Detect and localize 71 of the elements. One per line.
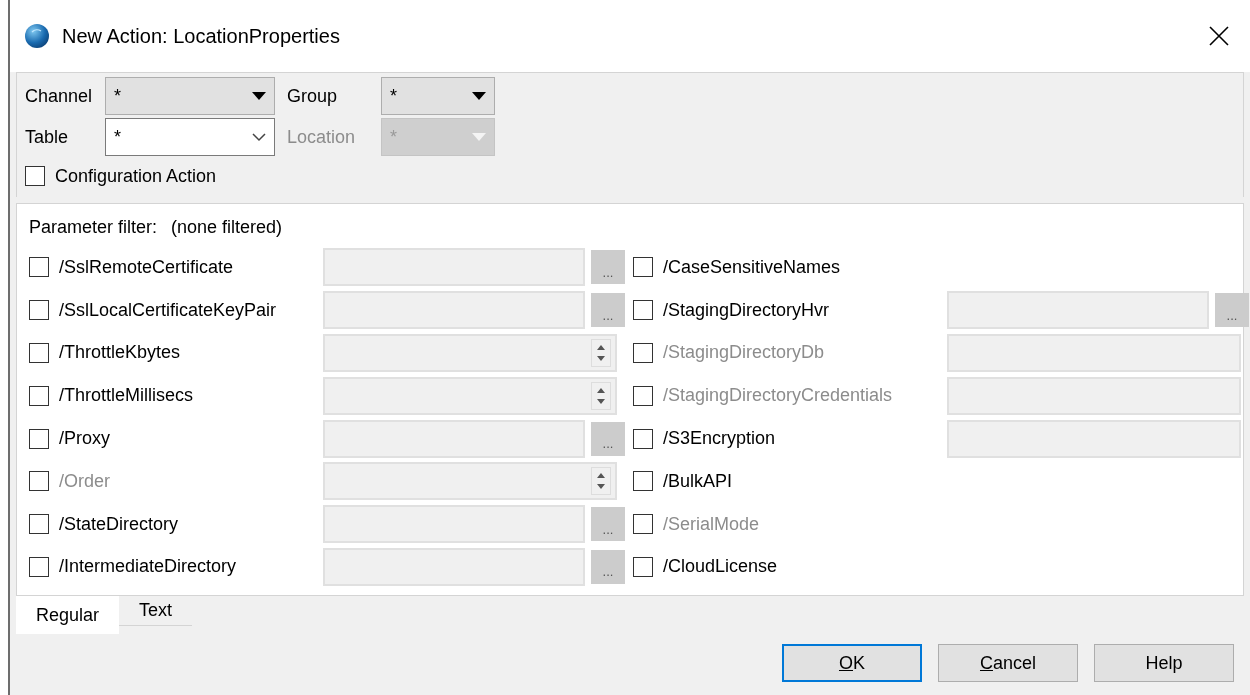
spinner-arrows-icon[interactable] [591,339,611,367]
dialog-button[interactable]: Help [1094,644,1234,682]
parameter-label: /StateDirectory [59,513,180,535]
parameter-label: /ThrottleKbytes [59,342,182,364]
window-title: New Action: LocationProperties [62,24,341,48]
parameter-label: /Order [59,470,111,492]
checkbox[interactable] [633,428,653,449]
field-label: Location [287,126,357,148]
chevron-icon [252,132,266,142]
input-field[interactable] [323,291,585,330]
checkbox[interactable] [29,556,49,577]
parameter-label: /StagingDirectoryDb [663,342,826,364]
field-label: Channel [25,85,94,107]
field-label: Table [25,126,70,148]
checkbox[interactable] [29,514,49,535]
checkbox[interactable] [29,300,49,321]
parameter-label: /Proxy [59,428,111,450]
parameter-label: /SerialMode [663,513,761,535]
dialog-button[interactable]: Cancel [938,644,1078,682]
spin-field[interactable] [323,376,617,415]
checkbox[interactable] [633,300,653,321]
browse-button[interactable]: ... [591,549,625,584]
checkbox[interactable] [633,556,653,577]
browse-button[interactable]: ... [591,421,625,456]
checkbox[interactable] [29,428,49,449]
checkbox[interactable] [633,471,653,492]
parameter-label: /S3Encryption [663,428,777,450]
close-icon[interactable] [1208,25,1230,47]
browse-button[interactable]: ... [1215,293,1249,328]
filter-label: Parameter filter: [29,216,158,238]
input-field[interactable] [323,419,585,458]
parameter-label: /CloudLicense [663,556,779,578]
parameter-label: /ThrottleMillisecs [59,385,195,407]
input-field[interactable] [323,248,585,287]
parameter-label: /CaseSensitiveNames [663,256,842,278]
parameter-label: /BulkAPI [663,470,734,492]
parameter-label: /StagingDirectoryHvr [663,299,831,321]
dropdown[interactable]: * [381,77,495,115]
browse-button[interactable]: ... [591,507,625,542]
tab[interactable]: Regular [16,596,120,634]
checkbox[interactable] [29,385,49,406]
globe-icon [24,23,50,49]
caret-icon [472,92,486,100]
input-field[interactable] [323,505,585,544]
checkbox[interactable] [29,257,49,278]
parameter-label: /IntermediateDirectory [59,556,238,578]
checkbox-label: Configuration Action [55,165,217,187]
filter-link[interactable]: (none filtered) [171,216,283,238]
spinner-arrows-icon[interactable] [591,467,611,496]
combo-field[interactable]: * [105,118,275,156]
checkbox[interactable] [29,343,49,363]
checkbox[interactable] [25,166,45,186]
checkbox[interactable] [633,257,653,278]
spin-field[interactable] [323,462,617,501]
spin-field[interactable] [323,334,617,372]
browse-button[interactable]: ... [591,293,625,328]
input-field[interactable] [947,291,1209,330]
parameter-label: /SslRemoteCertificate [59,256,235,278]
input-field[interactable] [947,334,1241,372]
parameter-label: /StagingDirectoryCredentials [663,385,894,407]
caret-icon [472,133,486,141]
dialog-button[interactable]: OK [782,644,922,682]
spinner-arrows-icon[interactable] [591,381,611,410]
input-field[interactable] [947,376,1241,415]
dropdown[interactable]: * [105,77,275,115]
caret-icon [252,92,266,100]
input-field[interactable] [947,419,1241,458]
field-label: Group [287,85,339,107]
browse-button[interactable]: ... [591,250,625,285]
parameter-label: /SslLocalCertificateKeyPair [59,299,278,321]
input-field[interactable] [323,547,585,586]
